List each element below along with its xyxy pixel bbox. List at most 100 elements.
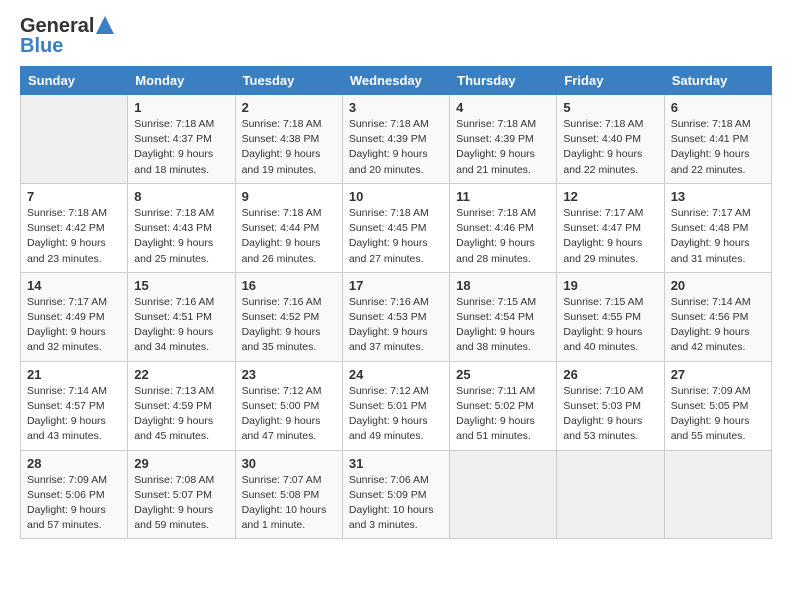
day-cell: 11Sunrise: 7:18 AMSunset: 4:46 PMDayligh… — [450, 183, 557, 272]
day-cell: 10 Sunrise: 7:18 AMSunset: 4:45 PMDayligh… — [342, 183, 449, 272]
day-cell: 24Sunrise: 7:12 AMSunset: 5:01 PMDayligh… — [342, 361, 449, 450]
day-info: Sunrise: 7:18 AMSunset: 4:39 PMDaylight:… — [456, 117, 550, 178]
day-number: 27 — [671, 367, 765, 382]
day-info: Sunrise: 7:11 AMSunset: 5:02 PMDaylight:… — [456, 384, 550, 445]
col-header-wednesday: Wednesday — [342, 67, 449, 95]
day-number: 22 — [134, 367, 228, 382]
day-number: 8 — [134, 189, 228, 204]
day-info: Sunrise: 7:14 AMSunset: 4:56 PMDaylight:… — [671, 295, 765, 356]
day-info: Sunrise: 7:12 AMSunset: 5:01 PMDaylight:… — [349, 384, 443, 445]
day-info: Sunrise: 7:18 AMSunset: 4:37 PMDaylight:… — [134, 117, 228, 178]
day-cell: 1Sunrise: 7:18 AMSunset: 4:37 PMDaylight… — [128, 95, 235, 184]
day-info: Sunrise: 7:13 AMSunset: 4:59 PMDaylight:… — [134, 384, 228, 445]
day-number: 29 — [134, 456, 228, 471]
day-cell: 8 Sunrise: 7:18 AMSunset: 4:43 PMDaylight… — [128, 183, 235, 272]
day-cell: 29Sunrise: 7:08 AMSunset: 5:07 PMDayligh… — [128, 450, 235, 539]
day-cell: 14 Sunrise: 7:17 AMSunset: 4:49 PMDayligh… — [21, 272, 128, 361]
day-info: Sunrise: 7:09 AMSunset: 5:06 PMDaylight:… — [27, 473, 121, 534]
day-cell: 23Sunrise: 7:12 AMSunset: 5:00 PMDayligh… — [235, 361, 342, 450]
day-number: 9 — [242, 189, 336, 204]
day-info: Sunrise: 7:15 AMSunset: 4:55 PMDaylight:… — [563, 295, 657, 356]
day-info: Sunrise: 7:18 AMSunset: 4:39 PMDaylight:… — [349, 117, 443, 178]
day-number: 25 — [456, 367, 550, 382]
day-cell: 13Sunrise: 7:17 AMSunset: 4:48 PMDayligh… — [664, 183, 771, 272]
logo-blue-text: Blue — [20, 36, 114, 56]
day-info: Sunrise: 7:18 AMSunset: 4:43 PMDaylight:… — [134, 206, 228, 267]
day-number: 4 — [456, 100, 550, 115]
day-cell: 17 Sunrise: 7:16 AMSunset: 4:53 PMDayligh… — [342, 272, 449, 361]
day-cell: 28 Sunrise: 7:09 AMSunset: 5:06 PMDayligh… — [21, 450, 128, 539]
day-cell: 30 Sunrise: 7:07 AMSunset: 5:08 PMDayligh… — [235, 450, 342, 539]
col-header-friday: Friday — [557, 67, 664, 95]
day-cell: 20 Sunrise: 7:14 AMSunset: 4:56 PMDayligh… — [664, 272, 771, 361]
day-number: 30 — [242, 456, 336, 471]
day-info: Sunrise: 7:07 AMSunset: 5:08 PMDaylight:… — [242, 473, 336, 534]
day-cell: 5 Sunrise: 7:18 AMSunset: 4:40 PMDaylight… — [557, 95, 664, 184]
day-cell: 26Sunrise: 7:10 AMSunset: 5:03 PMDayligh… — [557, 361, 664, 450]
col-header-monday: Monday — [128, 67, 235, 95]
day-number: 2 — [242, 100, 336, 115]
day-info: Sunrise: 7:14 AMSunset: 4:57 PMDaylight:… — [27, 384, 121, 445]
day-number: 17 — [349, 278, 443, 293]
day-number: 11 — [456, 189, 550, 204]
main-container: General Blue SundayMondayTuesdayWednesda… — [0, 0, 792, 555]
day-number: 20 — [671, 278, 765, 293]
day-info: Sunrise: 7:15 AMSunset: 4:54 PMDaylight:… — [456, 295, 550, 356]
day-number: 12 — [563, 189, 657, 204]
day-number: 19 — [563, 278, 657, 293]
logo: General Blue — [20, 16, 114, 56]
day-cell: 25 Sunrise: 7:11 AMSunset: 5:02 PMDayligh… — [450, 361, 557, 450]
week-row-1: 1Sunrise: 7:18 AMSunset: 4:37 PMDaylight… — [21, 95, 772, 184]
day-cell: 31Sunrise: 7:06 AMSunset: 5:09 PMDayligh… — [342, 450, 449, 539]
day-cell: 19 Sunrise: 7:15 AMSunset: 4:55 PMDayligh… — [557, 272, 664, 361]
day-info: Sunrise: 7:18 AMSunset: 4:38 PMDaylight:… — [242, 117, 336, 178]
day-number: 3 — [349, 100, 443, 115]
day-number: 14 — [27, 278, 121, 293]
day-info: Sunrise: 7:18 AMSunset: 4:42 PMDaylight:… — [27, 206, 121, 267]
day-number: 10 — [349, 189, 443, 204]
day-cell: 18 Sunrise: 7:15 AMSunset: 4:54 PMDayligh… — [450, 272, 557, 361]
day-cell: 16 Sunrise: 7:16 AMSunset: 4:52 PMDayligh… — [235, 272, 342, 361]
calendar-header-row: SundayMondayTuesdayWednesdayThursdayFrid… — [21, 67, 772, 95]
day-number: 15 — [134, 278, 228, 293]
header: General Blue — [20, 16, 772, 56]
day-info: Sunrise: 7:18 AMSunset: 4:41 PMDaylight:… — [671, 117, 765, 178]
day-number: 18 — [456, 278, 550, 293]
day-number: 21 — [27, 367, 121, 382]
col-header-tuesday: Tuesday — [235, 67, 342, 95]
day-info: Sunrise: 7:09 AMSunset: 5:05 PMDaylight:… — [671, 384, 765, 445]
week-row-3: 14 Sunrise: 7:17 AMSunset: 4:49 PMDayligh… — [21, 272, 772, 361]
day-cell — [557, 450, 664, 539]
day-cell — [450, 450, 557, 539]
day-cell — [21, 95, 128, 184]
day-cell: 15 Sunrise: 7:16 AMSunset: 4:51 PMDayligh… — [128, 272, 235, 361]
day-number: 31 — [349, 456, 443, 471]
day-cell: 27 Sunrise: 7:09 AMSunset: 5:05 PMDayligh… — [664, 361, 771, 450]
day-cell: 7 Sunrise: 7:18 AMSunset: 4:42 PMDaylight… — [21, 183, 128, 272]
week-row-2: 7 Sunrise: 7:18 AMSunset: 4:42 PMDaylight… — [21, 183, 772, 272]
day-number: 16 — [242, 278, 336, 293]
day-number: 26 — [563, 367, 657, 382]
logo-general-text: General — [20, 16, 94, 36]
calendar-table: SundayMondayTuesdayWednesdayThursdayFrid… — [20, 66, 772, 539]
day-info: Sunrise: 7:16 AMSunset: 4:51 PMDaylight:… — [134, 295, 228, 356]
day-info: Sunrise: 7:12 AMSunset: 5:00 PMDaylight:… — [242, 384, 336, 445]
day-number: 7 — [27, 189, 121, 204]
logo-triangle-icon — [96, 16, 114, 34]
day-number: 5 — [563, 100, 657, 115]
day-info: Sunrise: 7:18 AMSunset: 4:44 PMDaylight:… — [242, 206, 336, 267]
day-info: Sunrise: 7:18 AMSunset: 4:40 PMDaylight:… — [563, 117, 657, 178]
week-row-4: 21 Sunrise: 7:14 AMSunset: 4:57 PMDayligh… — [21, 361, 772, 450]
day-cell — [664, 450, 771, 539]
day-cell: 3 Sunrise: 7:18 AMSunset: 4:39 PMDaylight… — [342, 95, 449, 184]
day-cell: 6Sunrise: 7:18 AMSunset: 4:41 PMDaylight… — [664, 95, 771, 184]
day-cell: 2 Sunrise: 7:18 AMSunset: 4:38 PMDaylight… — [235, 95, 342, 184]
col-header-sunday: Sunday — [21, 67, 128, 95]
day-info: Sunrise: 7:18 AMSunset: 4:45 PMDaylight:… — [349, 206, 443, 267]
day-info: Sunrise: 7:16 AMSunset: 4:52 PMDaylight:… — [242, 295, 336, 356]
day-info: Sunrise: 7:17 AMSunset: 4:49 PMDaylight:… — [27, 295, 121, 356]
day-number: 13 — [671, 189, 765, 204]
day-number: 28 — [27, 456, 121, 471]
day-cell: 9 Sunrise: 7:18 AMSunset: 4:44 PMDaylight… — [235, 183, 342, 272]
day-info: Sunrise: 7:16 AMSunset: 4:53 PMDaylight:… — [349, 295, 443, 356]
